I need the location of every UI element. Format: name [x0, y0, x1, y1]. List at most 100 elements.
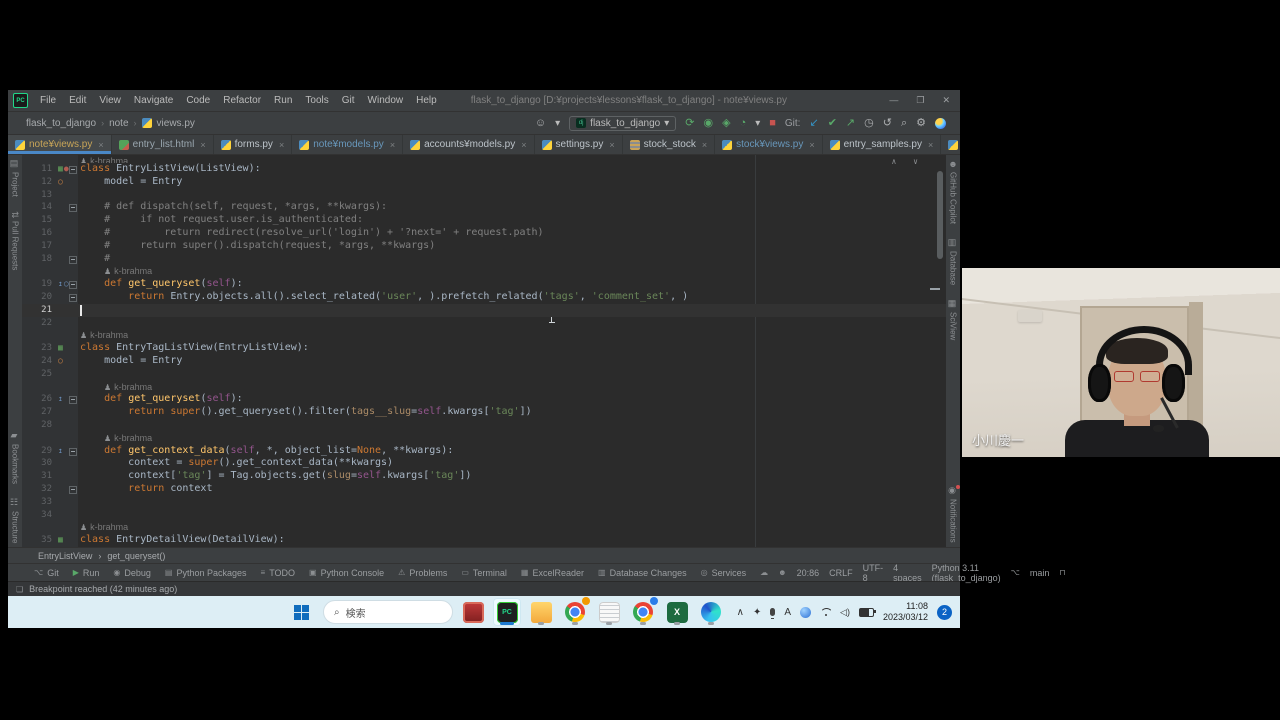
code-line[interactable]: 17 # return super().dispatch(request, *a… [22, 240, 946, 253]
menu-navigate[interactable]: Navigate [128, 93, 179, 108]
breadcrumb-note[interactable]: note [109, 118, 128, 129]
menu-file[interactable]: File [34, 93, 62, 108]
code-text[interactable]: def get_queryset(self): [22, 278, 243, 291]
commit-icon[interactable]: ✔ [828, 118, 837, 129]
tab-close-icon[interactable]: × [279, 140, 284, 150]
tab-accounts-models-py[interactable]: accounts¥models.py× [403, 135, 534, 154]
tab-entry-list-html[interactable]: entry_list.html× [112, 135, 214, 154]
cloud-icon[interactable]: ☁ [760, 568, 768, 577]
attr-gutter-icon[interactable]: ○ [58, 177, 64, 186]
status-utf-8[interactable]: UTF-8 [863, 563, 884, 583]
taskbar-app-notepad[interactable] [595, 598, 623, 626]
toolwindow-git[interactable]: ⌥Git [34, 568, 59, 578]
chevron-down-icon[interactable]: ▾ [755, 118, 760, 129]
branch-icon[interactable]: ⌥ [1011, 568, 1020, 577]
gutter-icons[interactable]: ○ [58, 355, 80, 368]
code-line[interactable]: 28 [22, 419, 946, 432]
tab-close-icon[interactable]: × [809, 140, 814, 150]
fold-marker[interactable] [69, 256, 77, 264]
code-line[interactable]: 34 [22, 509, 946, 522]
lock-icon[interactable]: ⊓ [1059, 568, 1065, 577]
override-gutter-icon[interactable]: ↥ [58, 446, 64, 455]
taskbar-app-chrome-profile-orange[interactable] [561, 598, 589, 626]
search-icon[interactable]: ⌕ [901, 118, 907, 129]
taskbar-app-pycharm[interactable]: PC [493, 598, 521, 626]
event-log-icon[interactable]: ❏ [16, 585, 23, 594]
tray-app-icon[interactable] [800, 607, 811, 618]
code-line[interactable]: 33 [22, 496, 946, 509]
code-line[interactable]: 31 context['tag'] = Tag.objects.get(slug… [22, 470, 946, 483]
breadcrumb-flask-to-django[interactable]: flask_to_django [26, 118, 96, 129]
taskbar-clock[interactable]: 11:082023/03/12 [883, 601, 928, 624]
code-line[interactable]: 18 # [22, 253, 946, 266]
code-line[interactable]: 24○ model = Entry [22, 355, 946, 368]
start-button[interactable] [286, 601, 317, 624]
chevron-down-icon[interactable]: ▾ [555, 118, 560, 129]
annotation-text[interactable]: ♟k-brahma [22, 381, 152, 395]
gutter-icons[interactable]: ▦ [58, 534, 80, 547]
menu-window[interactable]: Window [362, 93, 410, 108]
ime-mode-indicator[interactable]: A [784, 607, 791, 618]
toolwindow-excelreader[interactable]: ▦ExcelReader [521, 568, 584, 578]
toolwindow-python-packages[interactable]: ▤Python Packages [165, 568, 247, 578]
tab-close-icon[interactable]: × [609, 140, 614, 150]
menu-run[interactable]: Run [268, 93, 298, 108]
taskbar-app-file-explorer[interactable] [527, 598, 555, 626]
code-text[interactable]: def get_context_data(self, *, object_lis… [22, 445, 453, 458]
fold-marker[interactable] [69, 294, 77, 302]
code-line[interactable]: 30 context = super().get_context_data(**… [22, 457, 946, 470]
taskbar-app-excel[interactable]: X [663, 598, 691, 626]
code-line[interactable]: 14 # def dispatch(self, request, *args, … [22, 201, 946, 214]
code-line[interactable]: 13 [22, 189, 946, 202]
gutter-icons[interactable]: ▦ [58, 342, 80, 355]
battery-icon[interactable] [859, 608, 874, 617]
tab-close-icon[interactable]: × [200, 140, 205, 150]
code-text[interactable]: def get_queryset(self): [22, 393, 243, 406]
fold-marker[interactable] [69, 204, 77, 212]
tab-settings-py[interactable]: settings.py× [535, 135, 623, 154]
menu-git[interactable]: Git [336, 93, 361, 108]
status-4-spaces[interactable]: 4 spaces [893, 563, 922, 583]
attr-gutter-icon[interactable]: ○ [58, 356, 64, 365]
tab-note-views-py[interactable]: note¥views.py× [8, 135, 112, 154]
gutter-icons[interactable]: ○ [58, 176, 80, 189]
stripe-item-sciview[interactable]: ▦SciView [948, 299, 958, 340]
code-line[interactable]: 32 return context [22, 483, 946, 496]
toolwindow-todo[interactable]: ≡TODO [261, 568, 296, 578]
fold-marker[interactable] [69, 396, 77, 404]
code-editor[interactable]: ∧ ∨ ♟k-brahma11▦●class EntryListView(Lis… [22, 155, 946, 547]
code-line[interactable]: 11▦●class EntryListView(ListView): [22, 163, 946, 176]
fold-marker[interactable] [69, 448, 77, 456]
face-icon[interactable]: ☻ [778, 568, 786, 577]
user-icon[interactable]: ☺ [535, 118, 546, 129]
maximize-button[interactable]: ❐ [916, 95, 924, 106]
code-line[interactable]: 29↥ def get_context_data(self, *, object… [22, 445, 946, 458]
toolwindow-terminal[interactable]: ▭Terminal [461, 568, 507, 578]
fold-marker[interactable] [69, 281, 77, 289]
code-line[interactable]: 19↥○ def get_queryset(self): [22, 278, 946, 291]
code-text[interactable]: # return super().dispatch(request, *args… [22, 240, 435, 253]
status-crlf[interactable]: CRLF [829, 568, 853, 578]
stop-icon[interactable]: ■ [769, 118, 776, 129]
minimize-button[interactable]: — [889, 95, 898, 106]
chevron-up-icon[interactable]: ∧ [737, 607, 744, 618]
toolwindow-python-console[interactable]: ▣Python Console [309, 568, 384, 578]
taskbar-search[interactable]: ⌕ 検索 [323, 600, 453, 624]
rerun-icon[interactable]: ⟳ [685, 118, 694, 129]
fold-marker[interactable] [69, 166, 77, 174]
tab-close-icon[interactable]: × [702, 140, 707, 150]
menu-refactor[interactable]: Refactor [217, 93, 267, 108]
tab-stock-views-py[interactable]: stock¥views.py× [715, 135, 823, 154]
history-icon[interactable]: ◷ [864, 118, 874, 129]
code-text[interactable]: # return redirect(resolve_url('login') +… [22, 227, 544, 240]
toolwindow-problems[interactable]: ⚠Problems [398, 568, 447, 578]
status-message[interactable]: Breakpoint reached (42 minutes ago) [29, 584, 177, 594]
run-configuration-select[interactable]: djflask_to_django▾ [569, 116, 676, 131]
stripe-item-project[interactable]: ▤Project [10, 159, 20, 197]
code-text[interactable]: # if not request.user.is_authenticated: [22, 214, 363, 227]
code-line[interactable]: 35▦class EntryDetailView(DetailView): [22, 534, 946, 547]
override-gutter-icon[interactable]: ↥ [58, 394, 64, 403]
menu-code[interactable]: Code [180, 93, 216, 108]
stripe-item-github-copilot[interactable]: ☻GitHub Copilot [948, 159, 958, 224]
menu-edit[interactable]: Edit [63, 93, 92, 108]
